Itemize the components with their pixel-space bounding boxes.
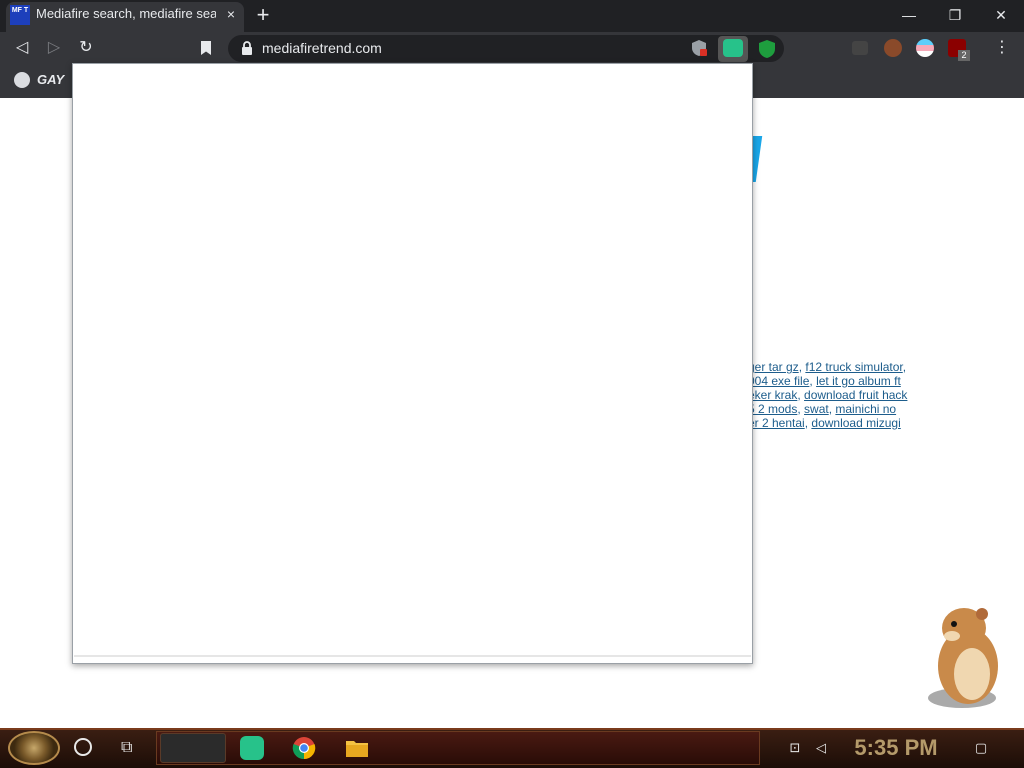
volume-muted-icon[interactable]: ◁ — [812, 740, 830, 756]
green-shield-extension-icon[interactable] — [758, 39, 776, 59]
tab-title: Mediafire search, mediafire sea — [36, 6, 216, 21]
link-line: er 2 hentai, download mizugi — [748, 416, 948, 430]
link-line: 004 exe file, let it go album ft — [748, 374, 948, 388]
green-note-extension-icon[interactable] — [723, 39, 743, 57]
hamster-mascot — [920, 600, 1010, 712]
link-separator: , — [902, 360, 907, 374]
trending-link[interactable]: 004 exe file — [748, 374, 809, 388]
chrome-icon[interactable] — [292, 736, 316, 760]
cortana-icon[interactable] — [74, 738, 92, 756]
link-line: 5 2 mods, swat, mainichi no — [748, 402, 948, 416]
link-line: eker krak, download fruit hack — [748, 388, 948, 402]
task-view-icon[interactable]: ⧉ — [121, 739, 141, 757]
link-line: ger tar gz, f12 truck simulator, — [748, 360, 948, 374]
new-tab-button[interactable]: + — [252, 4, 274, 26]
trending-link[interactable]: download fruit hack — [804, 388, 907, 402]
close-window-button[interactable]: ✕ — [978, 0, 1024, 30]
restore-button[interactable]: ❐ — [932, 0, 978, 30]
flag-extension-icon[interactable] — [916, 39, 934, 57]
bookmark-item[interactable]: GAY F — [37, 72, 67, 90]
extension-icon[interactable] — [852, 41, 868, 55]
trending-link[interactable]: ger tar gz — [748, 360, 799, 374]
bookmark-icon[interactable] — [199, 40, 213, 56]
mediafire-trend-icon: MF T — [10, 5, 30, 25]
popup-divider — [74, 655, 751, 657]
close-tab-icon[interactable]: × — [222, 5, 240, 23]
trending-link[interactable]: er 2 hentai — [748, 416, 805, 430]
notification-icon[interactable]: ▢ — [972, 740, 990, 756]
globe-icon — [14, 72, 30, 88]
extension-popup[interactable] — [72, 63, 753, 664]
clock[interactable]: 5:35 PM — [846, 735, 946, 761]
avatar-extension-icon[interactable] — [884, 39, 902, 57]
network-icon[interactable]: ⊡ — [786, 740, 804, 756]
file-explorer-icon[interactable] — [345, 736, 369, 760]
trending-link[interactable]: download mizugi — [811, 416, 900, 430]
trending-link[interactable]: f12 truck simulator — [805, 360, 902, 374]
trending-link[interactable]: eker krak — [748, 388, 797, 402]
reload-button[interactable]: ↻ — [74, 36, 98, 60]
privacy-shield-icon[interactable] — [690, 39, 708, 57]
minimize-button[interactable]: — — [886, 0, 932, 30]
trending-link[interactable]: 5 2 mods — [748, 402, 797, 416]
start-button[interactable] — [8, 731, 60, 765]
notes-app-icon[interactable] — [240, 736, 264, 760]
forward-button[interactable]: ▷ — [42, 36, 66, 60]
menu-icon[interactable]: ⋮ — [990, 36, 1014, 60]
extension-badge: 2 — [958, 50, 970, 61]
trending-link[interactable]: let it go album ft — [816, 374, 901, 388]
back-button[interactable]: ◁ — [10, 36, 34, 60]
trending-link[interactable]: mainichi no — [835, 402, 896, 416]
url-text[interactable]: mediafiretrend.com — [262, 40, 562, 58]
search-box[interactable] — [160, 733, 226, 763]
trending-link[interactable]: swat — [804, 402, 829, 416]
lock-icon[interactable] — [240, 40, 254, 56]
